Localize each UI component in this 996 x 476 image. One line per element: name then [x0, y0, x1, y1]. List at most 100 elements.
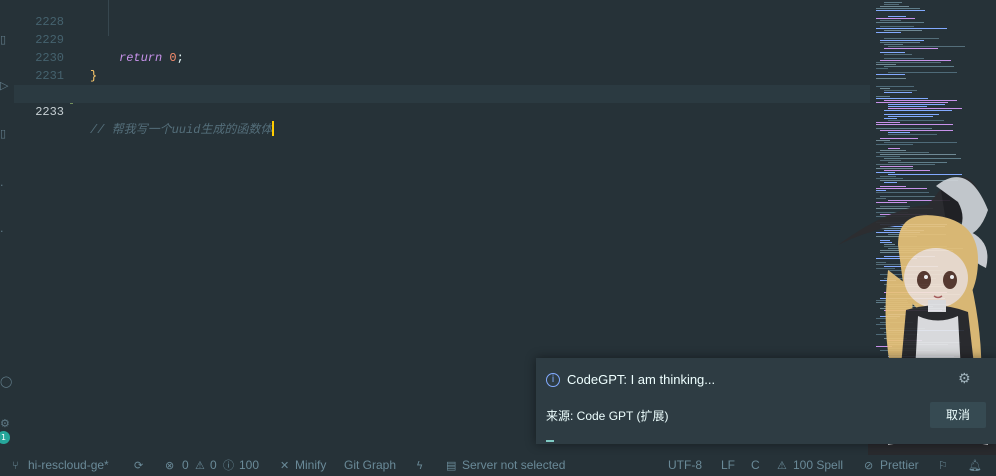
error-count[interactable]: 0 [182, 455, 189, 476]
notification-count-badge: 1 [0, 431, 10, 444]
notification-message: CodeGPT: I am thinking... [567, 372, 716, 387]
minimap-line [884, 48, 938, 49]
minimap-line [876, 68, 888, 69]
remote-icon[interactable]: · [0, 226, 10, 238]
minimap-line [880, 88, 890, 89]
bell-icon[interactable]: 🔔︎ [968, 455, 982, 476]
minimap-line [884, 114, 939, 115]
prettier-button[interactable]: Prettier [880, 455, 919, 476]
minimap-line [884, 110, 952, 111]
code-line[interactable]: 2228 [14, 0, 870, 29]
settings-icon[interactable]: ⚙ [0, 418, 10, 430]
minimap-line [876, 32, 901, 33]
minimap-line [876, 64, 896, 65]
minify-icon: ✕ [280, 459, 290, 472]
minimap-line [876, 10, 925, 11]
minimap-line [884, 100, 957, 101]
minimap-line [888, 116, 933, 117]
minimap-line [888, 108, 962, 109]
minimap-line [884, 30, 922, 31]
status-bar: ⑂ hi-rescloud-ge* ⟳ ⊗ 0 ⚠ 0 ⓘ 100 ✕ Mini… [0, 455, 996, 476]
cancel-button[interactable]: 取消 [930, 402, 986, 428]
run-icon[interactable]: ▷ [0, 80, 10, 92]
code-line[interactable]: 2230 } [14, 31, 870, 83]
code-line-current[interactable]: 2233 // 帮我写一个uuid生成的函数体 [14, 85, 870, 137]
minimap-line [880, 20, 901, 21]
code-line[interactable]: 2232 [14, 67, 870, 101]
minimap-line [884, 4, 899, 5]
activity-bar: ▯ ▷ ▯ · · ◯ ⚙ 1 [0, 0, 14, 455]
explorer-icon[interactable]: ▯ [0, 34, 10, 46]
minimap-line [880, 52, 905, 53]
minimap-line [876, 128, 932, 129]
gear-icon[interactable]: ⚙ [958, 371, 971, 387]
minimap-line [884, 118, 897, 119]
minimap-line [888, 134, 937, 135]
eol-selector[interactable]: LF [721, 455, 735, 476]
minimap-line [876, 28, 947, 29]
minimap-line [880, 40, 924, 41]
minimap-line [876, 62, 941, 63]
warning-count[interactable]: 0 [210, 455, 217, 476]
minimap-line [880, 6, 909, 7]
minimap-line [884, 38, 939, 39]
text-cursor [272, 121, 275, 136]
encoding-selector[interactable]: UTF-8 [668, 455, 702, 476]
minimap-line [888, 148, 900, 149]
spell-warning-icon: ⚠ [777, 459, 787, 472]
minimap-line [876, 86, 914, 87]
lightning-icon[interactable]: ϟ [416, 455, 423, 476]
minimap-line [876, 96, 890, 97]
minimap-line [876, 74, 905, 75]
warning-icon[interactable]: ⚠ [195, 455, 205, 476]
spell-check[interactable]: 100 Spell [793, 455, 843, 476]
minimap-line [884, 66, 954, 67]
minimap-line [888, 106, 927, 107]
language-mode[interactable]: C [751, 455, 760, 476]
extensions-icon[interactable]: ▯ [0, 128, 10, 140]
comment-text: // 帮我写一个uuid生成的函数体 [90, 123, 273, 137]
minimap-line [888, 72, 957, 73]
line-number: 2233 [35, 105, 64, 119]
progress-indicator [546, 440, 554, 442]
minimap-line [876, 78, 906, 79]
code-line[interactable]: 2229 return 0; [14, 13, 870, 65]
info-count-icon[interactable]: ⓘ [223, 455, 234, 476]
minimap-line [888, 104, 945, 105]
minimap-line [884, 44, 903, 45]
feedback-icon[interactable]: ⚐ [938, 455, 948, 476]
minimap-line [888, 46, 965, 47]
minimap-line [876, 22, 924, 23]
notification-source: 来源: Code GPT (扩展) [546, 409, 669, 423]
minimap-line [876, 140, 890, 141]
minimap-line [876, 98, 928, 99]
minimap-line [884, 2, 902, 3]
minimap-line [884, 142, 957, 143]
git-graph-button[interactable]: Git Graph [344, 455, 396, 476]
server-icon: ▤ [446, 459, 457, 472]
info-count[interactable]: 100 [239, 455, 259, 476]
minimap-line [880, 42, 920, 43]
server-status[interactable]: Server not selected [462, 455, 565, 476]
minify-button[interactable]: Minify [295, 455, 326, 476]
minimap-line [884, 58, 924, 59]
source-control-icon[interactable]: · [0, 180, 10, 192]
minimap-line [876, 144, 913, 145]
minimap-line [876, 102, 948, 103]
sync-icon[interactable]: ⟳ [134, 455, 143, 476]
codegpt-notification: i CodeGPT: I am thinking... ⚙ 来源: Code G… [536, 358, 996, 444]
minimap-line [888, 120, 944, 121]
info-icon: i [546, 373, 560, 387]
code-line[interactable]: 2231 subsys_initcall(init_bio); [14, 49, 870, 101]
git-branch[interactable]: hi-rescloud-ge* [28, 455, 109, 476]
account-icon[interactable]: ◯ [0, 376, 12, 388]
minimap-line [884, 90, 917, 91]
minimap-line [876, 8, 920, 9]
minimap-line [876, 122, 900, 123]
minimap-line [884, 92, 912, 93]
error-icon[interactable]: ⊗ [165, 455, 174, 476]
minimap-line [880, 138, 918, 139]
minimap-line [880, 26, 914, 27]
minimap-line [876, 124, 953, 125]
git-branch-icon: ⑂ [12, 459, 19, 472]
